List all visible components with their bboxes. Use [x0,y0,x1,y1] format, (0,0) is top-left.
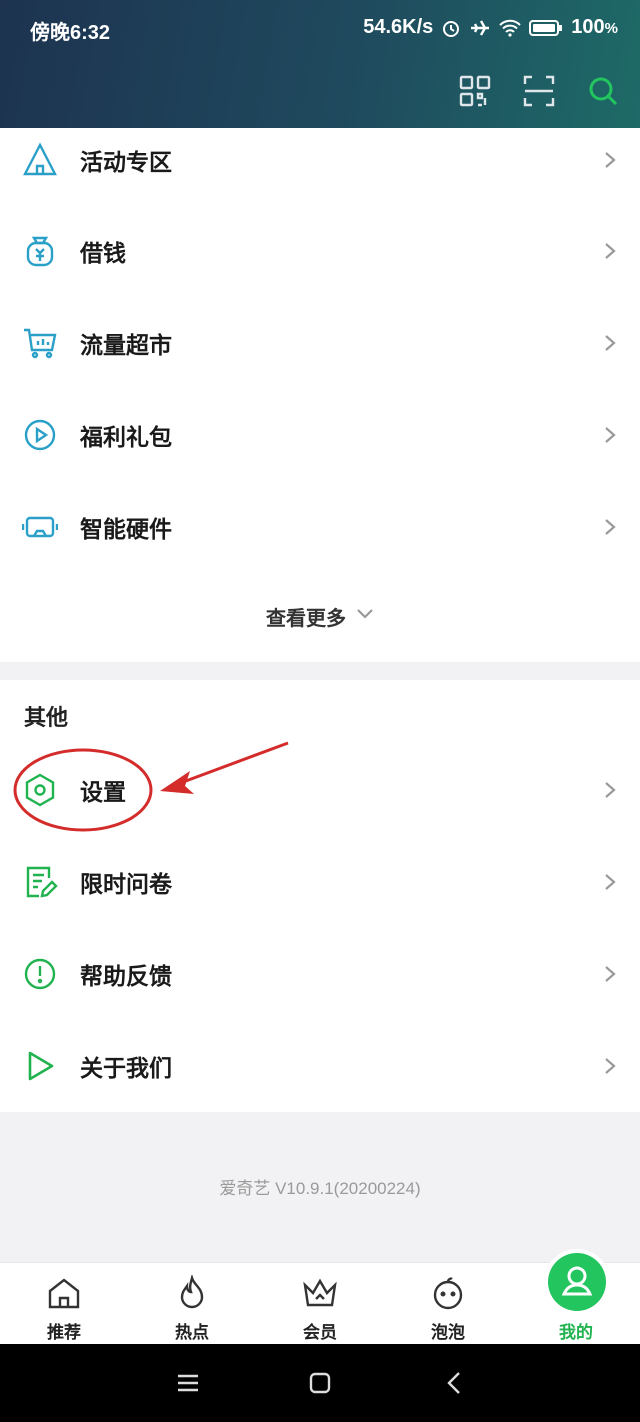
status-time: 傍晚6:32 [30,22,111,44]
airplane-icon [469,18,491,38]
menu-item-label: 借钱 [80,240,126,266]
chevron-right-icon [604,426,616,444]
header-actions [458,74,620,108]
chevron-right-icon [604,873,616,891]
menu-item-borrow[interactable]: 借钱 [0,205,640,297]
user-icon[interactable] [548,1253,606,1311]
see-more-button[interactable]: 查看更多 [0,570,640,662]
tab-bubble[interactable]: 泡泡 [384,1263,512,1345]
menu-item-about-us[interactable]: 关于我们 [0,1020,640,1112]
play-circle-icon [22,417,58,453]
chevron-right-icon [604,518,616,536]
tent-icon [22,142,58,178]
chevron-right-icon [604,965,616,983]
battery-level: 100 [571,16,605,38]
flame-icon [174,1273,210,1311]
exclamation-circle-icon [22,956,58,992]
menu-item-label: 限时问卷 [80,871,172,897]
menu-item-gift-pack[interactable]: 福利礼包 [0,389,640,481]
home-icon [46,1275,82,1311]
net-speed: 54.6K/s [363,16,434,38]
vr-headset-icon [21,509,59,545]
chevron-right-icon [604,1057,616,1075]
chevron-down-icon [356,607,374,625]
status-bar: 傍晚6:32 54.6K/s 100% [0,16,640,44]
menu-item-label: 关于我们 [80,1055,172,1081]
menu-item-survey[interactable]: 限时问卷 [0,836,640,928]
chevron-right-icon [604,781,616,799]
qr-code-icon[interactable] [458,74,492,108]
tab-label: 推荐 [47,1323,81,1342]
see-more-label: 查看更多 [266,607,346,630]
tab-hot[interactable]: 热点 [128,1263,256,1345]
menu-item-label: 福利礼包 [80,424,172,450]
menu-item-smart-hardware[interactable]: 智能硬件 [0,481,640,573]
bottom-tabbar: 推荐 热点 会员 泡泡 我的 [0,1262,640,1344]
tab-recommend[interactable]: 推荐 [0,1263,128,1345]
crown-icon [302,1275,338,1311]
menu-item-help-feedback[interactable]: 帮助反馈 [0,928,640,1020]
scan-icon[interactable] [522,74,556,108]
money-bag-icon [22,233,58,269]
back-icon[interactable] [442,1370,468,1396]
menu-item-label: 活动专区 [80,149,172,175]
battery-unit: % [604,20,618,37]
tab-label: 会员 [303,1323,337,1342]
version-text: 爱奇艺 V10.9.1(20200224) [219,1179,421,1198]
tab-vip[interactable]: 会员 [256,1263,384,1345]
status-right: 54.6K/s 100% [363,16,618,39]
bubble-face-icon [430,1275,466,1311]
battery-icon [529,19,563,37]
chevron-right-icon [604,151,616,169]
survey-icon [22,864,58,900]
wifi-icon [499,19,521,37]
menu-item-label: 流量超市 [80,332,172,358]
tab-label: 热点 [175,1323,209,1342]
annotation-circle-arrow [13,741,289,832]
tab-label: 泡泡 [431,1323,465,1342]
menu-item-label: 帮助反馈 [80,963,172,989]
play-logo-icon [22,1048,58,1084]
alarm-icon [441,18,461,38]
chevron-right-icon [604,242,616,260]
menu-icon[interactable] [175,1370,201,1396]
search-icon[interactable] [586,74,620,108]
cart-icon [22,325,58,361]
menu-item-data-market[interactable]: 流量超市 [0,297,640,389]
menu-item-activities[interactable]: 活动专区 [0,114,640,206]
menu-item-label: 智能硬件 [80,516,172,542]
section-title-other: 其他 [24,705,69,730]
chevron-right-icon [604,334,616,352]
tab-label: 我的 [559,1323,593,1342]
home-square-icon[interactable] [307,1370,333,1396]
system-navigation-bar [0,1344,640,1422]
header: 傍晚6:32 54.6K/s 100% [0,0,640,128]
